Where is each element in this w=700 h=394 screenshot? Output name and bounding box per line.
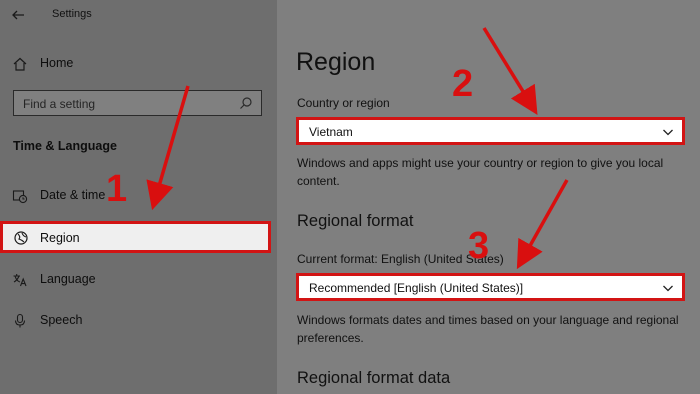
- regional-format-dropdown[interactable]: Recommended [English (United States)]: [296, 273, 685, 301]
- sidebar-item-label: Date & time: [40, 188, 106, 202]
- country-value: Vietnam: [309, 125, 353, 139]
- regional-format-data-heading: Regional format data: [297, 369, 451, 387]
- regional-format-description-line: Windows formats dates and times based on…: [297, 313, 679, 327]
- country-label: Country or region: [297, 96, 390, 110]
- sidebar-item-language[interactable]: Language: [0, 262, 277, 298]
- section-title: Time & Language: [13, 139, 117, 153]
- sidebar: Settings Home Find a setting Time & Lang…: [0, 0, 277, 394]
- sidebar-item-date-time[interactable]: Date & time: [0, 178, 277, 214]
- sidebar-item-label: Language: [40, 272, 96, 286]
- chevron-down-icon: [663, 129, 673, 136]
- home-icon: [13, 57, 27, 71]
- search-placeholder: Find a setting: [23, 97, 96, 111]
- country-description: Windows and apps might use your country …: [297, 154, 692, 190]
- sidebar-item-speech[interactable]: Speech: [0, 303, 277, 339]
- regional-format-description-line: preferences.: [297, 331, 364, 345]
- sidebar-item-label: Home: [40, 56, 74, 70]
- chevron-down-icon: [663, 285, 673, 292]
- regional-format-description: Windows formats dates and times based on…: [297, 311, 692, 347]
- globe-icon: [14, 231, 28, 245]
- step-number-2: 2: [452, 63, 474, 105]
- regional-format-value: Recommended [English (United States)]: [309, 281, 524, 295]
- sidebar-item-region[interactable]: Region: [0, 221, 271, 253]
- page-title: Region: [296, 48, 376, 76]
- back-arrow-icon[interactable]: [10, 7, 26, 23]
- calendar-clock-icon: [12, 190, 28, 204]
- sidebar-item-label: Region: [40, 231, 80, 245]
- sidebar-item-label: Speech: [40, 313, 83, 327]
- search-input[interactable]: Find a setting: [13, 90, 262, 116]
- step-number-3: 3: [468, 225, 490, 267]
- title-bar: Settings: [0, 0, 277, 30]
- sidebar-item-home[interactable]: Home: [0, 46, 277, 82]
- language-icon: [13, 274, 27, 287]
- search-icon: [240, 97, 252, 109]
- country-dropdown[interactable]: Vietnam: [296, 117, 685, 145]
- country-description-line: Windows and apps might use your country …: [297, 156, 664, 170]
- microphone-icon: [14, 313, 26, 328]
- regional-format-heading: Regional format: [297, 212, 414, 230]
- country-description-line: content.: [297, 174, 340, 188]
- app-title: Settings: [52, 8, 92, 20]
- step-number-1: 1: [106, 168, 128, 210]
